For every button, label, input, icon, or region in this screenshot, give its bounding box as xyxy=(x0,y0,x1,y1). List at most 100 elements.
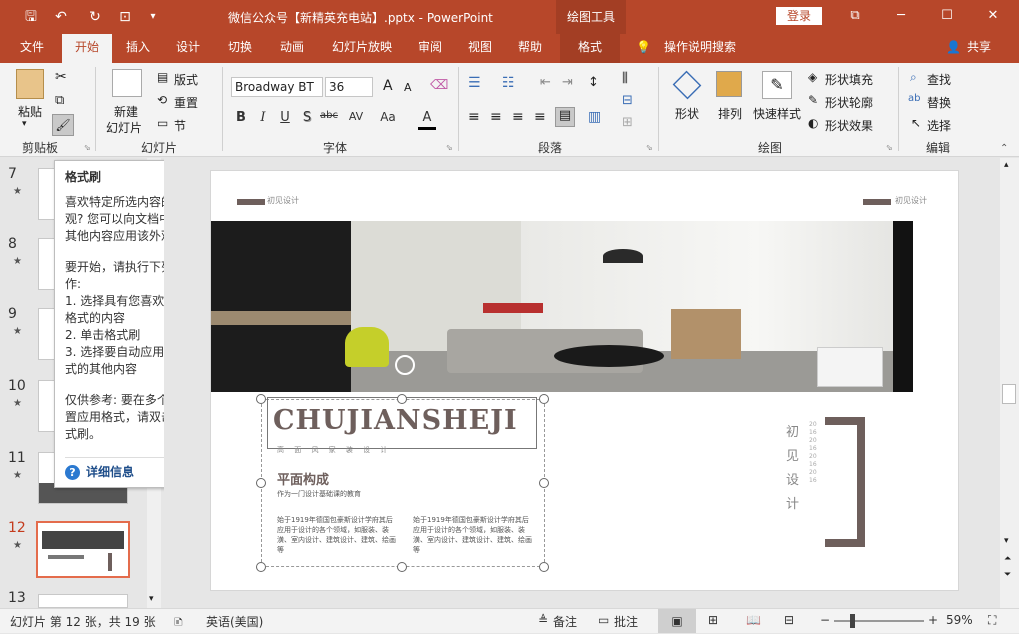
font-color-button[interactable]: A xyxy=(418,110,436,130)
line-spacing-icon[interactable]: ↕ xyxy=(588,75,599,90)
distributed-icon[interactable]: ▤ xyxy=(555,107,575,127)
resize-handle[interactable] xyxy=(539,478,549,488)
resize-handle[interactable] xyxy=(256,394,266,404)
tab-format[interactable]: 格式 xyxy=(565,34,615,63)
quick-styles-icon[interactable]: ✎ xyxy=(762,71,792,99)
numbering-icon[interactable]: ☷ xyxy=(502,75,515,91)
scroll-up-icon[interactable]: ▴ xyxy=(1004,160,1009,170)
find-button[interactable]: 查找 xyxy=(927,71,951,88)
normal-view-icon[interactable]: ▣ xyxy=(658,609,696,633)
paste-dropdown-icon[interactable]: ▾ xyxy=(22,119,27,129)
scroll-thumb[interactable] xyxy=(1002,384,1016,404)
arrange-icon[interactable] xyxy=(716,71,742,97)
new-slide-icon[interactable] xyxy=(112,69,142,97)
living-room-photo[interactable] xyxy=(211,221,913,392)
reading-view-icon[interactable]: 📖 xyxy=(746,613,761,627)
slide-thumbnail[interactable] xyxy=(38,594,128,608)
smartart-icon[interactable]: ⊞ xyxy=(622,115,633,130)
decrease-indent-icon[interactable]: ⇤ xyxy=(540,75,551,90)
align-text-icon[interactable]: ⊟ xyxy=(622,93,633,108)
resize-handle[interactable] xyxy=(256,562,266,572)
tell-me-search[interactable]: 操作说明搜索 xyxy=(660,34,740,63)
tab-home[interactable]: 开始 xyxy=(62,34,112,63)
new-slide-label[interactable]: 幻灯片 xyxy=(106,119,142,136)
rotate-handle-icon[interactable] xyxy=(395,355,415,375)
arrange-button[interactable]: 排列 xyxy=(718,105,742,122)
tab-transitions[interactable]: 切换 xyxy=(218,34,262,63)
paragraph-launcher-icon[interactable]: ⬂ xyxy=(646,143,653,152)
clipboard-launcher-icon[interactable]: ⬂ xyxy=(84,143,91,152)
cut-icon[interactable]: ✂ xyxy=(55,69,67,85)
customize-qat-icon[interactable]: ▾ xyxy=(142,7,164,27)
redo-icon[interactable]: ↻ xyxy=(84,7,106,27)
minimize-icon[interactable]: ─ xyxy=(878,2,924,30)
copy-icon[interactable]: ⧉ xyxy=(55,93,64,108)
selected-slide-thumbnail[interactable] xyxy=(36,521,130,578)
tab-slideshow[interactable]: 幻灯片放映 xyxy=(322,34,402,63)
spellcheck-icon[interactable]: 🗈 xyxy=(174,613,183,634)
new-slide-button[interactable]: 新建 xyxy=(114,103,138,120)
tab-view[interactable]: 视图 xyxy=(458,34,502,63)
collapse-ribbon-icon[interactable]: ⌃ xyxy=(1000,143,1008,154)
quick-styles-button[interactable]: 快速样式 xyxy=(753,105,801,122)
slideshow-view-icon[interactable]: ⊟ xyxy=(784,613,794,627)
close-icon[interactable]: ✕ xyxy=(970,2,1016,30)
resize-handle[interactable] xyxy=(539,562,549,572)
font-name-combo[interactable]: Broadway BT xyxy=(231,77,323,97)
align-left-icon[interactable]: ≡ xyxy=(468,109,480,125)
resize-handle[interactable] xyxy=(539,394,549,404)
layout-button[interactable]: 版式 xyxy=(174,71,198,88)
zoom-in-icon[interactable]: + xyxy=(928,613,938,627)
tab-review[interactable]: 审阅 xyxy=(408,34,452,63)
scroll-down-icon[interactable]: ▾ xyxy=(149,594,154,604)
shadow-button[interactable]: S xyxy=(298,110,316,125)
shrink-font-icon[interactable]: A xyxy=(404,81,412,94)
shape-fill-button[interactable]: 形状填充 xyxy=(825,71,873,88)
reset-button[interactable]: 重置 xyxy=(174,94,198,111)
tab-animations[interactable]: 动画 xyxy=(270,34,314,63)
bold-button[interactable]: B xyxy=(232,110,250,125)
align-center-icon[interactable]: ≡ xyxy=(490,109,502,125)
resize-handle[interactable] xyxy=(397,562,407,572)
replace-button[interactable]: 替换 xyxy=(927,94,951,111)
increase-indent-icon[interactable]: ⇥ xyxy=(562,75,573,90)
tab-insert[interactable]: 插入 xyxy=(116,34,160,63)
text-direction-icon[interactable]: ⫼ xyxy=(622,71,628,86)
previous-slide-icon[interactable]: ⏶ xyxy=(1004,554,1011,564)
comments-button[interactable]: 批注 xyxy=(614,613,638,630)
italic-button[interactable]: I xyxy=(254,110,272,125)
zoom-out-icon[interactable]: − xyxy=(820,613,830,627)
shapes-icon[interactable] xyxy=(672,70,702,100)
align-right-icon[interactable]: ≡ xyxy=(512,109,524,125)
format-painter-icon[interactable]: 🖌 xyxy=(52,114,74,136)
clear-format-icon[interactable]: ⌫ xyxy=(430,78,448,93)
shape-outline-button[interactable]: 形状轮廓 xyxy=(825,94,873,111)
change-case-button[interactable]: Aa xyxy=(376,110,400,124)
grow-font-icon[interactable]: A xyxy=(383,78,393,94)
tab-file[interactable]: 文件 xyxy=(8,34,56,63)
next-slide-icon[interactable]: ⏷ xyxy=(1004,570,1011,580)
paste-button[interactable]: 粘贴 xyxy=(18,103,42,120)
underline-button[interactable]: U xyxy=(276,110,294,125)
undo-icon[interactable]: ↶ xyxy=(50,7,72,27)
language-indicator[interactable]: 英语(美国) xyxy=(206,613,263,630)
resize-handle[interactable] xyxy=(397,394,407,404)
fit-to-window-icon[interactable]: ⛶ xyxy=(988,613,996,628)
shape-effects-button[interactable]: 形状效果 xyxy=(825,117,873,134)
strikethrough-button[interactable]: abc xyxy=(316,110,342,121)
section-button[interactable]: 节 xyxy=(174,117,186,134)
slide-sorter-icon[interactable]: ⊞ xyxy=(708,613,718,627)
tab-design[interactable]: 设计 xyxy=(166,34,210,63)
paste-icon[interactable] xyxy=(16,69,44,99)
resize-handle[interactable] xyxy=(256,478,266,488)
zoom-slider-track[interactable] xyxy=(834,620,924,622)
share-button[interactable]: 共享 xyxy=(964,34,994,63)
ribbon-display-options-icon[interactable]: ⧉ xyxy=(832,2,878,30)
zoom-level[interactable]: 59% xyxy=(946,613,973,627)
zoom-slider-thumb[interactable] xyxy=(850,614,855,628)
maximize-icon[interactable]: ☐ xyxy=(924,2,970,30)
font-launcher-icon[interactable]: ⬂ xyxy=(446,143,453,152)
select-button[interactable]: 选择 xyxy=(927,117,951,134)
notes-button[interactable]: 备注 xyxy=(553,613,577,630)
slide[interactable]: 初见设计 初见设计 CHUJIANSHEJI 高 面 风 家 装 设 计 平面构… xyxy=(210,170,959,591)
